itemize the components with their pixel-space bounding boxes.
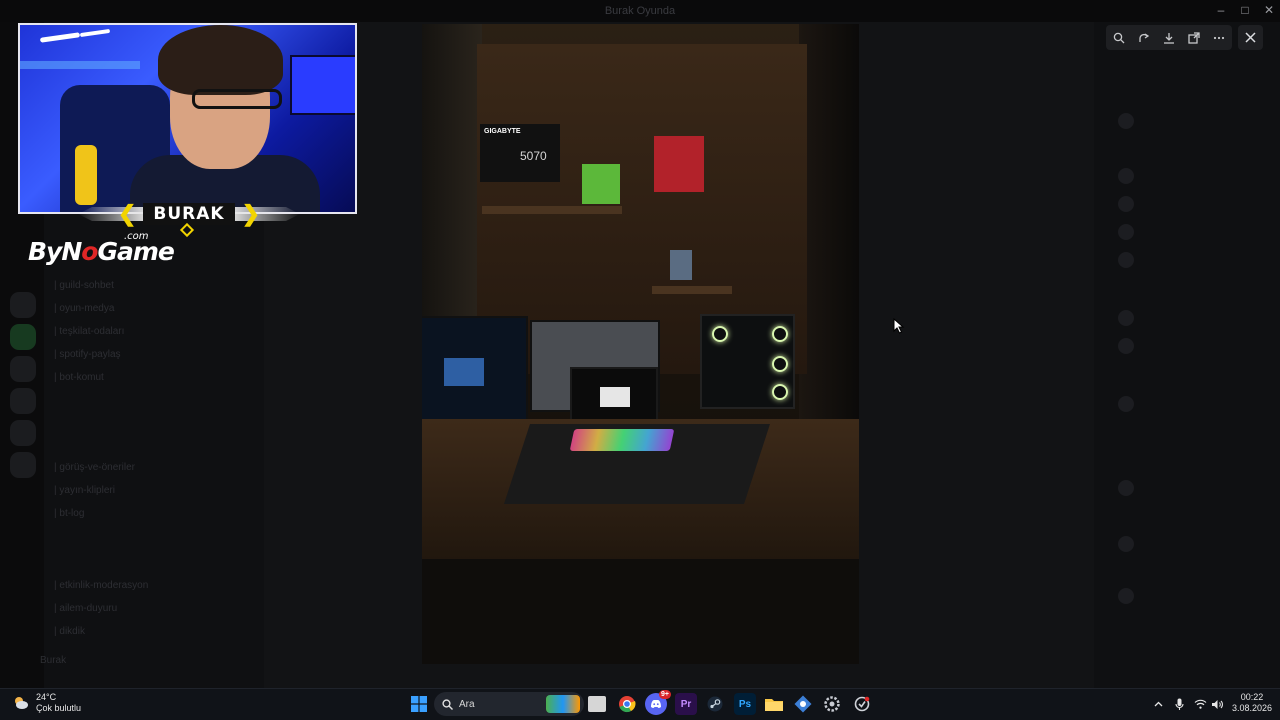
settings-gear-icon[interactable] bbox=[821, 693, 843, 715]
channel-item[interactable]: | yayın-klipleri bbox=[54, 485, 115, 496]
search-highlight-image bbox=[546, 695, 580, 713]
photo-shelf bbox=[652, 286, 732, 294]
clock-date: 3.08.2026 bbox=[1231, 703, 1273, 713]
server-icon[interactable] bbox=[10, 356, 36, 382]
member-item[interactable] bbox=[1118, 588, 1134, 604]
title-bar: Burak Oyunda – □ ✕ bbox=[0, 0, 1280, 22]
window-title: Burak Oyunda bbox=[604, 5, 676, 17]
search-icon bbox=[442, 698, 453, 710]
clock-time: 00:22 bbox=[1240, 692, 1264, 702]
photo-shelf bbox=[482, 206, 622, 214]
member-item[interactable] bbox=[1118, 536, 1134, 552]
taskbar-search[interactable] bbox=[434, 692, 584, 716]
member-item[interactable] bbox=[1118, 310, 1134, 326]
close-icon bbox=[1245, 32, 1256, 43]
chevron-up-icon[interactable] bbox=[1149, 693, 1167, 715]
photo-floor bbox=[422, 559, 859, 664]
premiere-icon[interactable]: Pr bbox=[675, 693, 697, 715]
channel-item[interactable]: | guild-sohbet bbox=[54, 280, 114, 291]
member-item[interactable] bbox=[1118, 196, 1134, 212]
member-item[interactable] bbox=[1118, 168, 1134, 184]
channel-item[interactable]: | görüş-ve-öneriler bbox=[54, 462, 135, 473]
volume-icon[interactable] bbox=[1208, 693, 1226, 715]
channel-item[interactable]: | dikdik bbox=[54, 626, 85, 637]
app-network-icon[interactable] bbox=[792, 693, 814, 715]
steam-icon[interactable] bbox=[704, 693, 726, 715]
microphone-icon[interactable] bbox=[1170, 693, 1188, 715]
cam-background-monitor bbox=[290, 55, 355, 115]
channel-item[interactable]: | teşkilat-odaları bbox=[54, 326, 124, 337]
image-viewer-toolbar bbox=[1106, 25, 1232, 50]
streamer-name: BURAK bbox=[143, 203, 235, 225]
server-icon[interactable] bbox=[10, 292, 36, 318]
start-button[interactable] bbox=[408, 693, 430, 715]
server-icon[interactable] bbox=[10, 420, 36, 446]
file-explorer-icon[interactable] bbox=[763, 693, 785, 715]
chrome-icon[interactable] bbox=[616, 693, 638, 715]
zoom-in-icon[interactable] bbox=[1110, 29, 1128, 47]
photoshop-icon[interactable]: Ps bbox=[734, 693, 756, 715]
mouse-cursor-icon bbox=[893, 318, 905, 334]
discord-icon[interactable]: 9+ bbox=[645, 690, 671, 715]
taskbar-clock[interactable]: 00:22 3.08.2026 bbox=[1230, 692, 1274, 714]
server-icon[interactable] bbox=[10, 452, 36, 478]
task-view-icon[interactable] bbox=[588, 696, 606, 712]
gpu-brand-label: GIGABYTE bbox=[484, 128, 521, 135]
member-item[interactable] bbox=[1118, 396, 1134, 412]
channel-item[interactable]: | etkinlik-moderasyon bbox=[54, 580, 148, 591]
photo-rgb-keyboard bbox=[569, 429, 675, 451]
bynogame-logo: ByNoGame bbox=[28, 237, 175, 266]
weather-description: Çok bulutlu bbox=[36, 703, 82, 713]
photo-box-gray bbox=[670, 250, 692, 280]
expanded-image[interactable]: GIGABYTE 5070 bbox=[422, 24, 859, 664]
wifi-icon[interactable] bbox=[1191, 693, 1209, 715]
photo-box-green bbox=[582, 164, 620, 204]
more-icon[interactable] bbox=[1210, 29, 1228, 47]
photo-pc-case bbox=[700, 314, 795, 409]
member-item[interactable] bbox=[1118, 224, 1134, 240]
photo-box-red bbox=[654, 136, 704, 192]
discord-notification-badge: 9+ bbox=[659, 690, 671, 699]
user-panel-name: Burak bbox=[40, 655, 67, 666]
maximize-button[interactable]: □ bbox=[1232, 3, 1258, 17]
channel-item[interactable]: | spotify-paylaş bbox=[54, 349, 121, 360]
channel-item[interactable]: | bot-komut bbox=[54, 372, 104, 383]
minimize-button[interactable]: – bbox=[1208, 3, 1234, 17]
gpu-model-label: 5070 bbox=[520, 149, 547, 163]
member-item[interactable] bbox=[1118, 480, 1134, 496]
close-viewer-button[interactable] bbox=[1238, 25, 1263, 50]
open-external-icon[interactable] bbox=[1185, 29, 1203, 47]
cloudy-weather-icon bbox=[15, 697, 28, 709]
windows-taskbar bbox=[0, 688, 1280, 720]
streamer-name-banner: ❮ ❯ BURAK bbox=[78, 201, 300, 227]
member-item[interactable] bbox=[1118, 252, 1134, 268]
weather-temperature: 24°C bbox=[36, 692, 57, 702]
channel-item[interactable]: | oyun-medya bbox=[54, 303, 114, 314]
server-icon[interactable] bbox=[10, 324, 36, 350]
member-item[interactable] bbox=[1118, 113, 1134, 129]
photo-gpu-box: GIGABYTE 5070 bbox=[480, 124, 560, 182]
weather-widget[interactable]: 24°C Çok bulutlu bbox=[12, 692, 81, 714]
channel-item[interactable]: | ailem-duyuru bbox=[54, 603, 117, 614]
close-window-button[interactable]: ✕ bbox=[1256, 3, 1280, 17]
webcam-overlay bbox=[18, 23, 357, 214]
app-shield-icon[interactable] bbox=[851, 693, 873, 715]
search-input[interactable] bbox=[459, 698, 529, 710]
channel-item[interactable]: | bt-log bbox=[54, 508, 84, 519]
server-icon[interactable] bbox=[10, 388, 36, 414]
member-item[interactable] bbox=[1118, 338, 1134, 354]
cam-glasses bbox=[192, 89, 282, 109]
rotate-icon[interactable] bbox=[1135, 29, 1153, 47]
windows-logo-icon bbox=[411, 696, 427, 712]
download-icon[interactable] bbox=[1160, 29, 1178, 47]
